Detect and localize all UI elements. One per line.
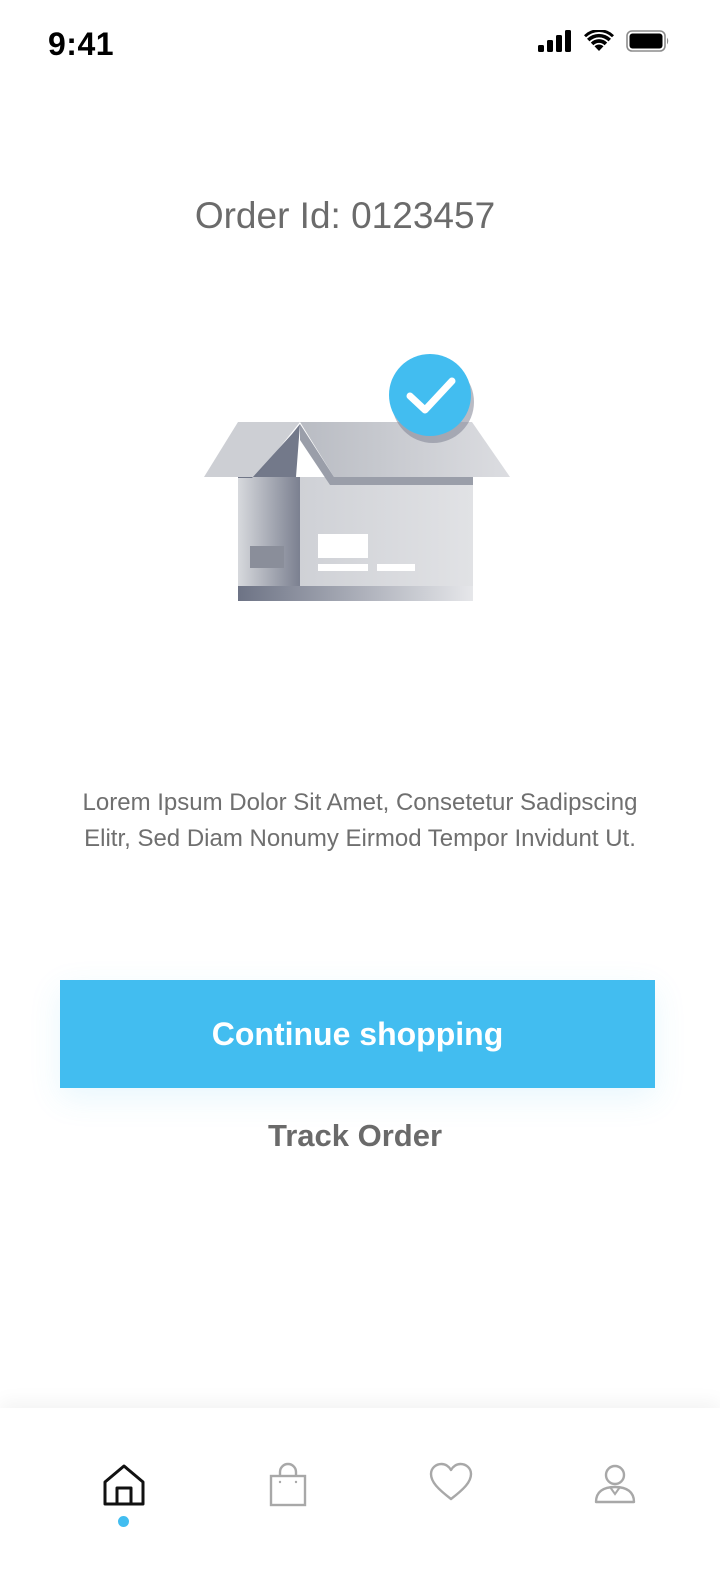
confirmation-message: Lorem Ipsum Dolor Sit Amet, Consetetur S… (82, 789, 638, 852)
open-box-icon (204, 354, 510, 601)
cellular-signal-icon (538, 30, 571, 52)
user-icon (594, 1464, 636, 1504)
order-id-title: Order Id: 0123457 (194, 195, 496, 236)
order-confirmed-illustration (200, 350, 515, 610)
track-order-link[interactable]: Track Order (0, 1118, 710, 1154)
battery-icon (626, 30, 669, 52)
shopping-bag-icon (269, 1462, 307, 1507)
nav-item-favorites[interactable] (421, 1462, 481, 1532)
nav-item-home[interactable] (94, 1462, 154, 1532)
wifi-icon (584, 30, 614, 51)
status-bar: 9:41 (0, 0, 720, 90)
bottom-nav (0, 1408, 720, 1582)
status-time: 9:41 (48, 26, 115, 62)
active-indicator-dot (118, 1516, 129, 1527)
nav-item-cart[interactable] (258, 1462, 318, 1532)
continue-shopping-button[interactable]: Continue shopping (60, 980, 655, 1088)
status-icons (538, 30, 670, 52)
nav-item-profile[interactable] (585, 1462, 645, 1532)
home-icon (103, 1464, 145, 1506)
heart-icon (429, 1462, 473, 1501)
